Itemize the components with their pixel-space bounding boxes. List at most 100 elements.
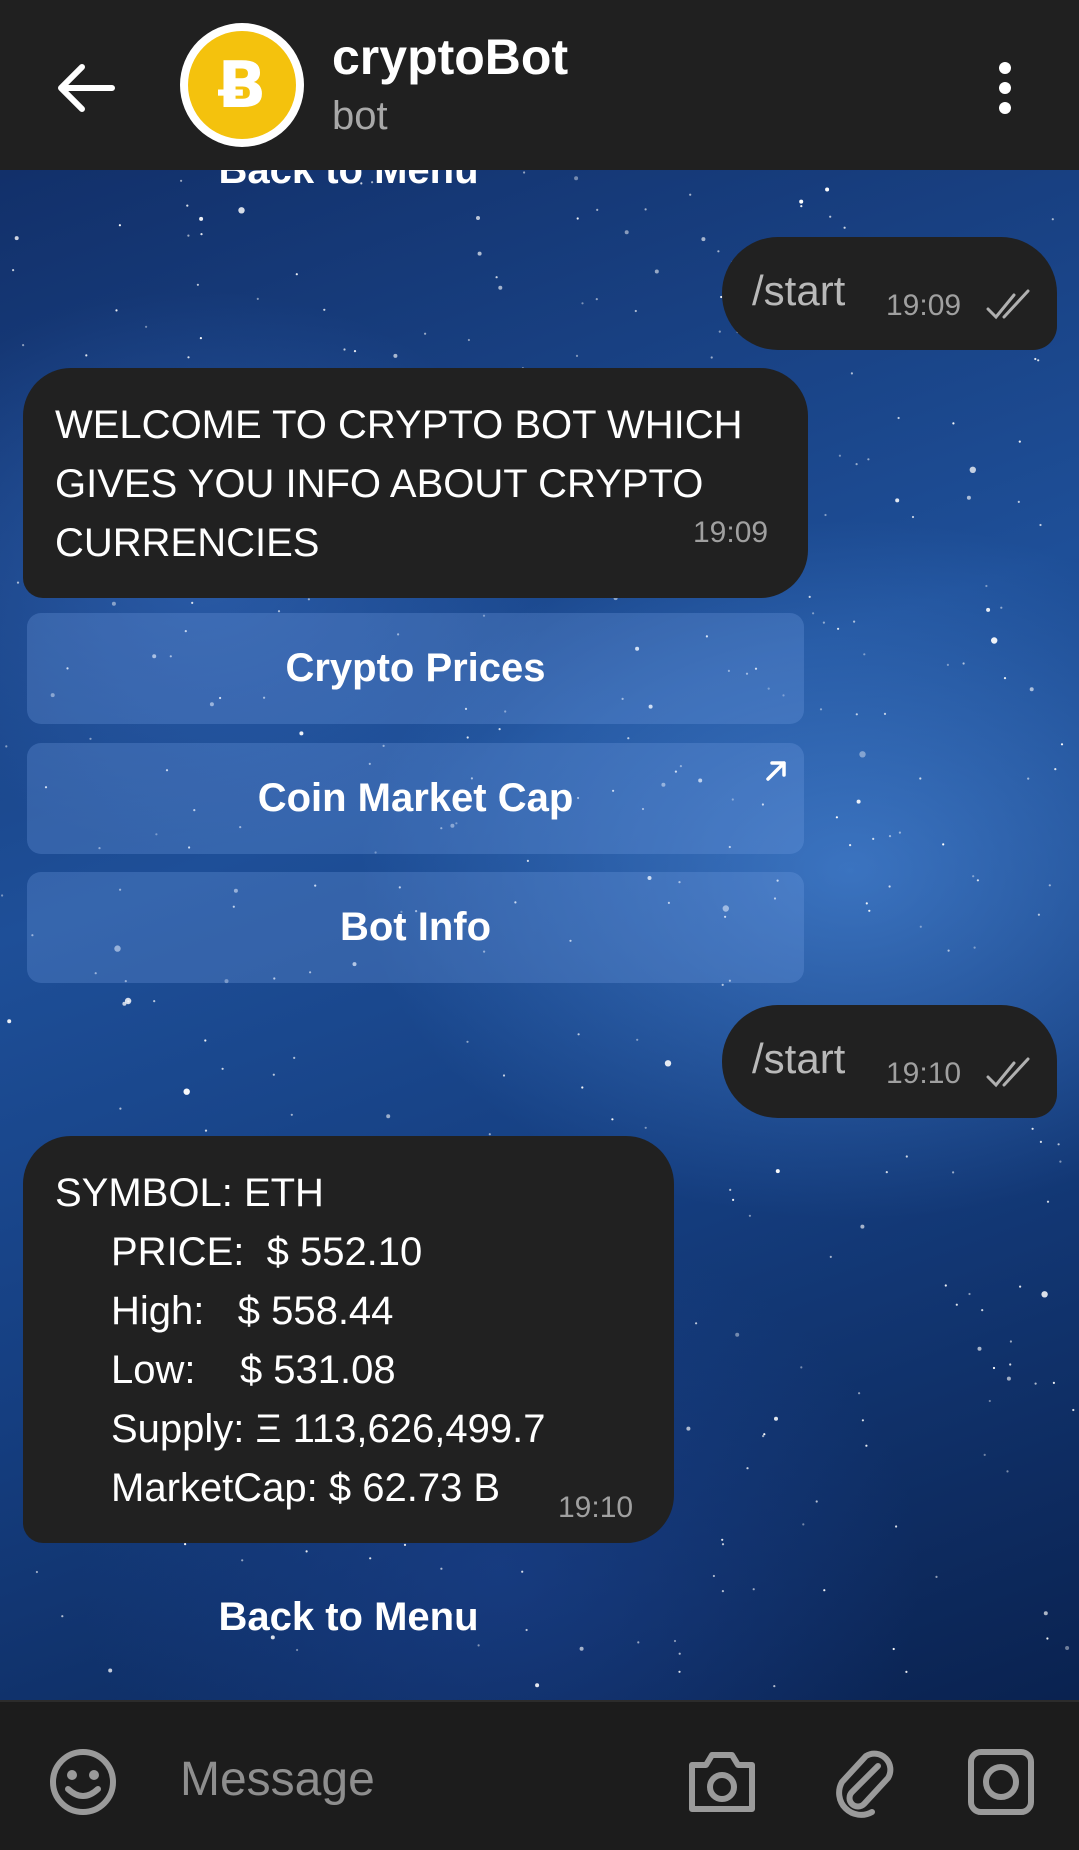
star [678, 1670, 681, 1673]
bot-avatar[interactable]: Ƀ [180, 23, 304, 147]
star [897, 416, 900, 420]
star [502, 1074, 506, 1077]
star [808, 595, 811, 598]
star [732, 1198, 735, 1201]
star [898, 831, 902, 834]
star [863, 653, 866, 656]
star [305, 1550, 308, 1553]
star [1003, 677, 1007, 680]
star [343, 348, 346, 351]
bitcoin-icon: Ƀ [188, 31, 296, 139]
attach-icon[interactable] [832, 1744, 898, 1820]
back-arrow-icon[interactable] [52, 55, 118, 121]
star [1059, 1160, 1062, 1163]
star [678, 1652, 681, 1655]
star [762, 1435, 765, 1438]
back-to-menu-button-partial[interactable]: Back to Menu [27, 170, 670, 205]
emoji-icon[interactable] [48, 1747, 118, 1817]
star [812, 612, 815, 615]
star [988, 1399, 991, 1403]
star [823, 1589, 826, 1592]
message-text: WELCOME TO CRYPTO BOT WHICH GIVES YOU IN… [55, 403, 743, 565]
star [865, 1444, 868, 1447]
star [369, 1557, 372, 1560]
message-input[interactable]: Message [180, 1752, 375, 1807]
star [856, 799, 861, 804]
message-time: 19:10 [886, 1057, 962, 1090]
star [843, 226, 846, 229]
star [966, 495, 971, 500]
chat-area[interactable]: Back to Menu /start 19:09 WELCOME TO CRY… [0, 170, 1079, 1700]
instant-camera-icon[interactable] [966, 1747, 1036, 1817]
star [763, 1433, 766, 1436]
chat-title[interactable]: cryptoBot [332, 27, 568, 87]
star [199, 337, 202, 340]
star [241, 1559, 244, 1562]
camera-icon[interactable] [684, 1747, 760, 1817]
message-time: 19:09 [693, 516, 769, 549]
star [947, 949, 950, 952]
star [295, 273, 298, 276]
star [596, 208, 599, 211]
star [299, 731, 304, 736]
star [575, 354, 579, 357]
star [1019, 1285, 1022, 1288]
star [644, 1126, 647, 1129]
star [1065, 1646, 1070, 1650]
double-check-icon [986, 289, 1030, 320]
star [853, 620, 856, 623]
star [800, 1366, 803, 1369]
star [644, 208, 647, 211]
star [290, 1113, 293, 1116]
message-text: /start [752, 267, 846, 314]
back-to-menu-button[interactable]: Back to Menu [27, 1582, 670, 1652]
star [1037, 913, 1040, 916]
star [752, 1588, 755, 1591]
star [1057, 1143, 1060, 1146]
bot-info-button[interactable]: Bot Info [27, 872, 804, 983]
star [800, 205, 803, 208]
star [977, 1346, 982, 1351]
star [5, 745, 8, 748]
star [985, 584, 988, 588]
star [89, 737, 92, 740]
outgoing-message[interactable]: /start 19:09 [722, 237, 1057, 350]
star [729, 1188, 732, 1191]
star [986, 607, 991, 612]
star [14, 236, 19, 241]
star [196, 283, 199, 286]
incoming-message[interactable]: SYMBOL: ETH PRICE: $ 552.10 High: $ 558.… [23, 1136, 674, 1543]
star [199, 216, 204, 221]
eth-info-text: SYMBOL: ETH PRICE: $ 552.10 High: $ 558.… [55, 1164, 545, 1518]
star [118, 224, 121, 227]
incoming-message[interactable]: WELCOME TO CRYPTO BOT WHICH GIVES YOU IN… [23, 368, 808, 598]
star [293, 1056, 296, 1059]
star [498, 285, 503, 290]
star [835, 816, 839, 819]
star [127, 1000, 130, 1003]
coin-market-cap-button[interactable]: Coin Market Cap [27, 743, 804, 854]
star [829, 215, 832, 218]
star [721, 1538, 724, 1541]
star [865, 902, 868, 905]
star [1041, 1291, 1048, 1298]
star [919, 777, 922, 780]
star [7, 1019, 12, 1024]
star [721, 983, 724, 987]
star [611, 1118, 614, 1121]
star [1054, 768, 1057, 771]
star [119, 1107, 122, 1110]
star [710, 356, 713, 359]
more-options-icon[interactable] [990, 58, 1020, 118]
star [895, 1525, 898, 1528]
high-line: High: $ 558.44 [111, 1289, 394, 1333]
star [962, 662, 965, 665]
star [1000, 606, 1003, 609]
external-link-icon [766, 761, 786, 781]
star [802, 1523, 805, 1526]
star [972, 875, 975, 878]
marketcap-line: MarketCap: $ 62.73 B [111, 1466, 501, 1510]
star [969, 466, 976, 473]
outgoing-message[interactable]: /start 19:10 [722, 1005, 1057, 1118]
crypto-prices-button[interactable]: Crypto Prices [27, 613, 804, 724]
